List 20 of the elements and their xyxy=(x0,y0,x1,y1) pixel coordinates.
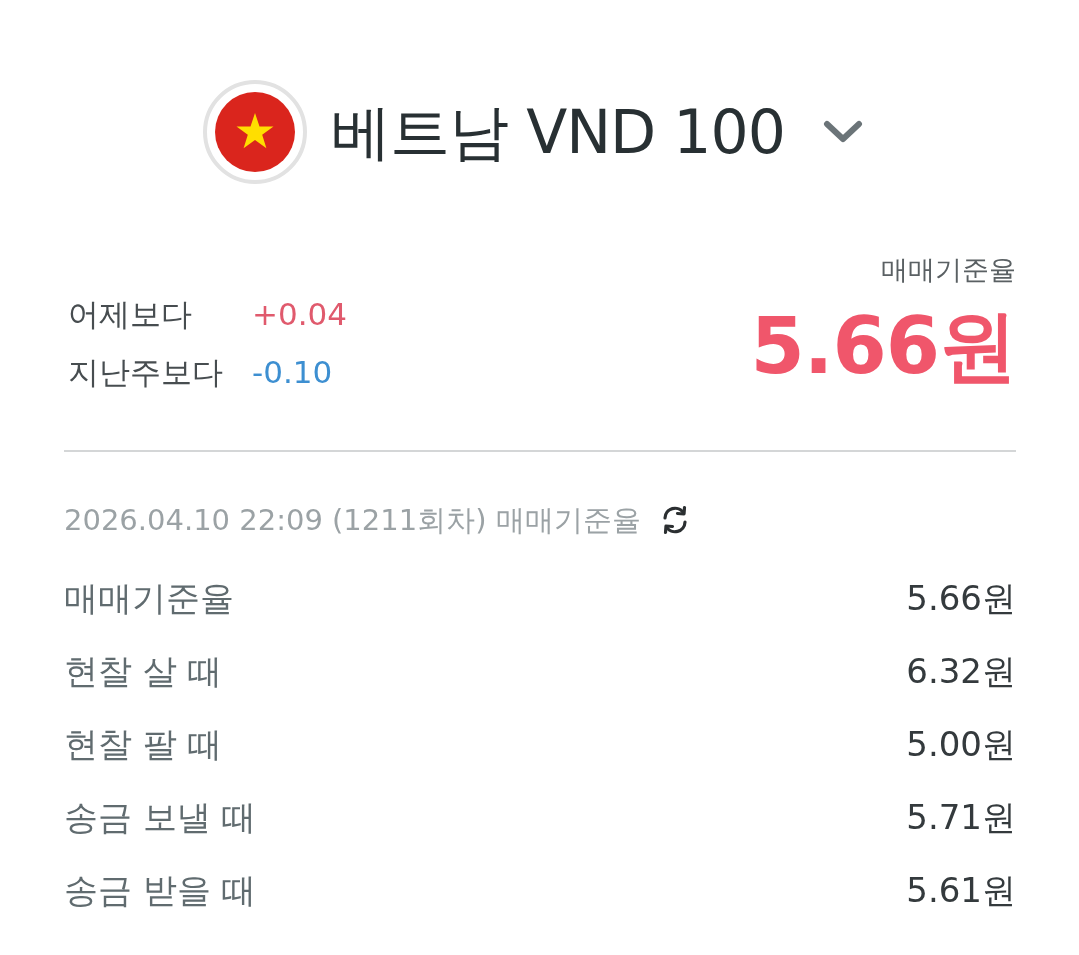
currency-dropdown[interactable]: 베트남 VND 100 xyxy=(203,80,863,184)
rate-label: 송금 받을 때 xyxy=(64,868,256,912)
change-label: 지난주보다 xyxy=(68,353,224,392)
rate-value: 5.61원 xyxy=(906,868,1016,912)
rate-label: 현찰 살 때 xyxy=(64,649,222,693)
chevron-down-icon xyxy=(822,120,863,144)
rate-value: 5.71원 xyxy=(906,795,1016,839)
rate-label: 송금 보낼 때 xyxy=(64,795,256,839)
update-timestamp: 2026.04.10 22:09 (1211회차) 매매기준율 xyxy=(64,502,641,539)
rate-value: 5.00원 xyxy=(906,722,1016,766)
change-value: +0.04 xyxy=(252,295,347,334)
rate-label: 매매기준율 xyxy=(64,576,234,620)
rate-label: 현찰 팔 때 xyxy=(64,722,222,766)
change-value: -0.10 xyxy=(252,353,333,392)
flag-icon xyxy=(203,80,308,184)
rate-value: 6.32원 xyxy=(906,649,1016,693)
rate-value: 5.66원 xyxy=(906,576,1016,620)
base-rate-value: 5.66원 xyxy=(750,300,1016,393)
change-label: 어제보다 xyxy=(68,295,193,334)
base-rate-label: 매매기준율 xyxy=(881,253,1016,287)
